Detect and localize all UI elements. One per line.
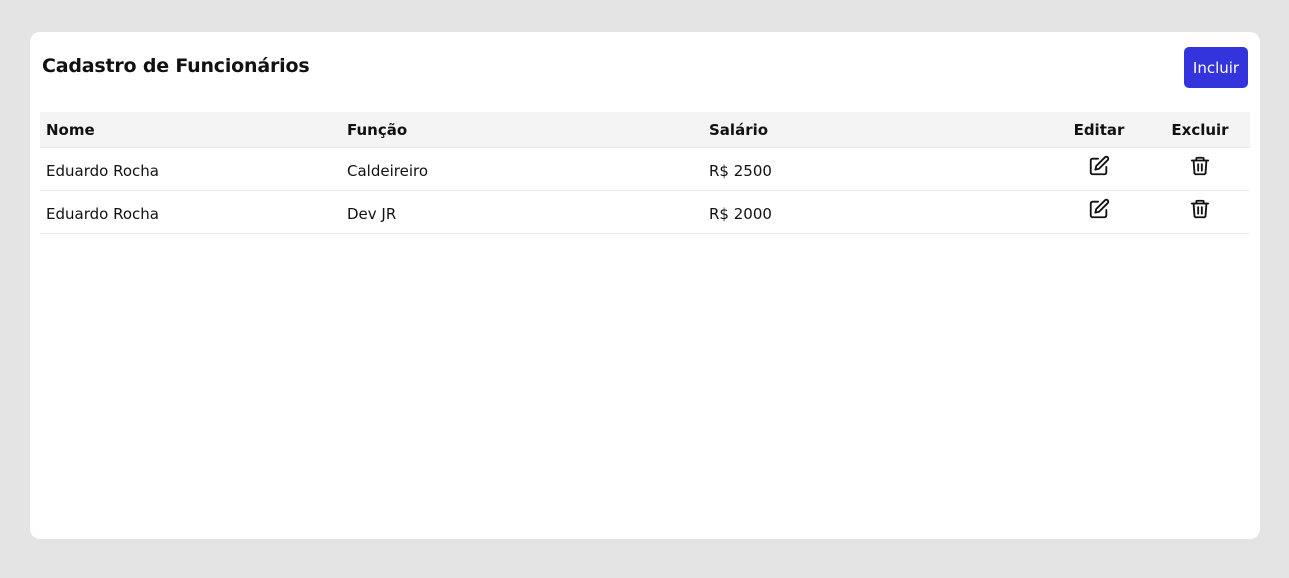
edit-icon[interactable] <box>1086 196 1112 222</box>
employee-table: Nome Função Salário Editar Excluir Eduar… <box>40 112 1250 234</box>
column-header-nome: Nome <box>46 120 95 139</box>
column-header-editar: Editar <box>1073 120 1125 139</box>
cell-excluir <box>1160 148 1240 190</box>
trash-icon[interactable] <box>1187 153 1213 179</box>
table-header-row: Nome Função Salário Editar Excluir <box>40 112 1250 148</box>
cell-funcao: Dev JR <box>347 205 397 223</box>
employee-card: Cadastro de Funcionários Incluir Nome Fu… <box>30 32 1260 539</box>
cell-salario: R$ 2000 <box>709 205 772 223</box>
cell-nome: Eduardo Rocha <box>46 205 159 223</box>
edit-icon[interactable] <box>1086 153 1112 179</box>
cell-funcao: Caldeireiro <box>347 162 428 180</box>
cell-editar <box>1058 191 1140 233</box>
cell-nome: Eduardo Rocha <box>46 162 159 180</box>
column-header-salario: Salário <box>709 120 769 139</box>
cell-salario: R$ 2500 <box>709 162 772 180</box>
column-header-excluir: Excluir <box>1171 120 1229 139</box>
table-row: Eduardo Rocha Dev JR R$ 2000 <box>40 191 1250 234</box>
column-header-funcao: Função <box>347 120 408 139</box>
trash-icon[interactable] <box>1187 196 1213 222</box>
card-header: Cadastro de Funcionários Incluir <box>42 47 1248 88</box>
table-row: Eduardo Rocha Caldeireiro R$ 2500 <box>40 148 1250 191</box>
cell-excluir <box>1160 191 1240 233</box>
page-title: Cadastro de Funcionários <box>42 55 310 77</box>
cell-editar <box>1058 148 1140 190</box>
add-employee-button[interactable]: Incluir <box>1184 47 1248 88</box>
